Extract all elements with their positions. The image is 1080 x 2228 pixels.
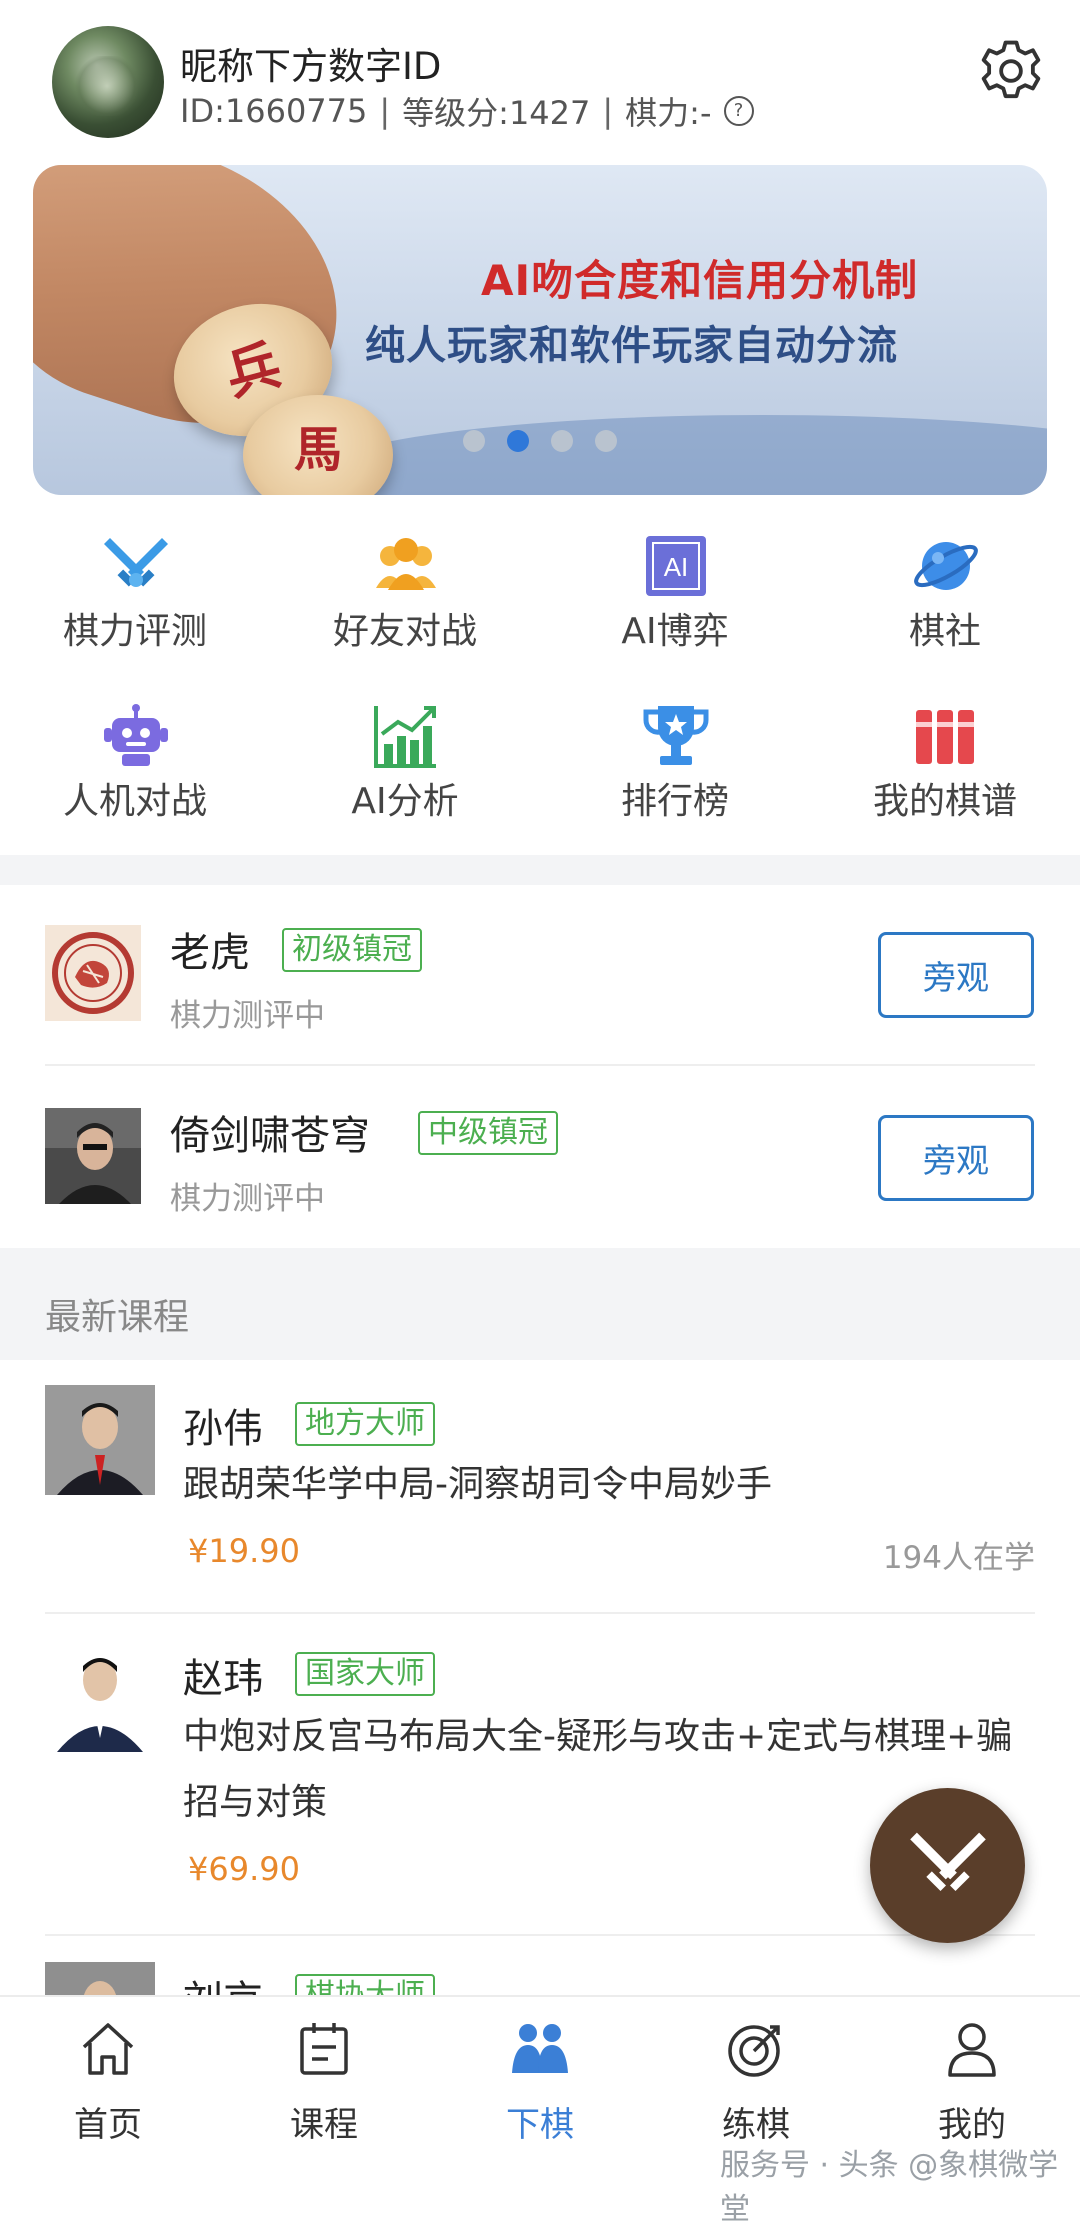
robot-icon	[104, 704, 168, 766]
promo-banner[interactable]: 兵 馬 AI吻合度和信用分机制 纯人玩家和软件玩家自动分流	[33, 165, 1047, 495]
ai-icon: AI	[646, 536, 706, 596]
menu-label: AI博弈	[621, 611, 729, 652]
teacher-badge: 棋协大师	[295, 1974, 435, 1996]
watermark: 服务号 · 头条 @象棋微学堂	[720, 2148, 1059, 2227]
pagination-dot[interactable]	[551, 430, 573, 452]
target-icon	[728, 2025, 780, 2077]
player-name: 老虎	[170, 930, 250, 976]
course-title: 跟胡荣华学中局-洞察胡司令中局妙手	[183, 1464, 772, 1505]
crossed-swords-icon	[104, 538, 168, 587]
menu-label: 人机对战	[62, 781, 207, 822]
crossed-swords-icon	[910, 1832, 986, 1891]
tab-play[interactable]: 下棋	[432, 1997, 648, 2192]
teacher-photo	[45, 1642, 155, 1752]
course-price: ¥69.90	[188, 1850, 300, 1888]
latest-courses-header: 最新课程	[0, 1248, 1080, 1360]
tiger-avatar	[45, 925, 141, 1021]
planet-icon	[914, 542, 978, 590]
menu-label: 排行榜	[620, 781, 729, 822]
ai-glyph: AI	[664, 552, 689, 582]
menu-leaderboard[interactable]: 排行榜	[540, 690, 810, 840]
friends-icon	[376, 538, 436, 590]
tab-label: 下棋	[506, 2105, 574, 2145]
section-title: 最新课程	[45, 1297, 190, 1338]
meta-separator: |	[602, 92, 614, 130]
profile-meta: ID:1660775 | 等级分:1427 | 棋力:- ?	[180, 88, 754, 134]
player-name: 倚剑啸苍穹	[170, 1113, 370, 1159]
pagination-dot[interactable]	[595, 430, 617, 452]
user-avatar[interactable]	[52, 26, 164, 138]
rating: 等级分:1427	[402, 94, 591, 132]
banner-wave	[313, 415, 1047, 495]
watch-button[interactable]: 旁观	[878, 1115, 1034, 1201]
question-icon[interactable]: ?	[723, 96, 754, 126]
banner-subtitle: 纯人玩家和软件玩家自动分流	[365, 323, 898, 369]
menu-label: AI分析	[351, 781, 459, 822]
player-row[interactable]: 老虎 初级镇冠 棋力测评中 旁观	[0, 890, 1080, 1070]
menu-label: 好友对战	[332, 611, 477, 652]
books-icon	[916, 710, 974, 764]
menu-ai-game[interactable]: AI AI博弈	[540, 520, 810, 670]
quick-play-fab[interactable]	[870, 1788, 1025, 1943]
course-item[interactable]: 孙伟 地方大师 跟胡荣华学中局-洞察胡司令中局妙手 ¥19.90 194人在学	[0, 1360, 1080, 1610]
meta-separator: |	[379, 92, 391, 130]
chart-icon	[374, 706, 436, 768]
menu-label: 棋力评测	[62, 611, 207, 652]
player-status: 棋力测评中	[170, 998, 325, 1034]
teacher-badge: 地方大师	[295, 1402, 435, 1446]
user-icon	[948, 2023, 996, 2077]
menu-human-vs-ai[interactable]: 人机对战	[0, 690, 270, 840]
player-status: 棋力测评中	[170, 1181, 325, 1217]
menu-label: 我的棋谱	[872, 781, 1017, 822]
pagination-dot-active[interactable]	[507, 430, 529, 452]
teacher-photo	[45, 1385, 155, 1495]
course-price: ¥19.90	[188, 1532, 300, 1570]
teacher-name: 孙伟	[183, 1406, 263, 1452]
trophy-icon	[643, 706, 709, 765]
teacher-name: 赵玮	[183, 1656, 263, 1702]
user-id: ID:1660775	[180, 92, 368, 130]
teacher-name: 刘京	[183, 1968, 263, 1996]
tab-label: 我的	[938, 2105, 1006, 2145]
tab-courses[interactable]: 课程	[216, 1997, 432, 2192]
tab-label: 课程	[290, 2105, 358, 2145]
power: 棋力:-	[625, 94, 712, 132]
banner-title: AI吻合度和信用分机制	[481, 256, 919, 305]
row-divider	[45, 1064, 1035, 1066]
player-row[interactable]: 倚剑啸苍穹 中级镇冠 棋力测评中 旁观	[0, 1073, 1080, 1253]
rank-badge: 中级镇冠	[418, 1111, 558, 1155]
course-item[interactable]: 刘京 棋协大师	[0, 1936, 1080, 1996]
calendar-icon	[300, 2023, 348, 2075]
banner-pagination	[463, 430, 617, 452]
home-icon	[82, 2023, 134, 2075]
play-chess-icon	[512, 2024, 568, 2073]
menu-chess-club[interactable]: 棋社	[810, 520, 1080, 670]
pagination-dot[interactable]	[463, 430, 485, 452]
learner-count: 194人在学	[882, 1540, 1035, 1576]
menu-ai-analysis[interactable]: AI分析	[270, 690, 540, 840]
player-photo	[45, 1108, 141, 1204]
watch-button[interactable]: 旁观	[878, 932, 1034, 1018]
gear-icon[interactable]	[976, 36, 1046, 106]
menu-my-records[interactable]: 我的棋谱	[810, 690, 1080, 840]
tab-home[interactable]: 首页	[0, 1997, 216, 2192]
menu-friend-battle[interactable]: 好友对战	[270, 520, 540, 670]
profile-header: 昵称下方数字ID ID:1660775 | 等级分:1427 | 棋力:- ?	[0, 0, 1080, 160]
tab-label: 首页	[74, 2105, 142, 2145]
teacher-photo	[45, 1962, 155, 1996]
teacher-badge: 国家大师	[295, 1652, 435, 1696]
nickname: 昵称下方数字ID	[180, 45, 442, 88]
menu-rating-test[interactable]: 棋力评测	[0, 520, 270, 670]
section-divider	[0, 855, 1080, 885]
tab-label: 练棋	[722, 2105, 790, 2145]
rank-badge: 初级镇冠	[282, 928, 422, 972]
menu-label: 棋社	[908, 611, 981, 652]
